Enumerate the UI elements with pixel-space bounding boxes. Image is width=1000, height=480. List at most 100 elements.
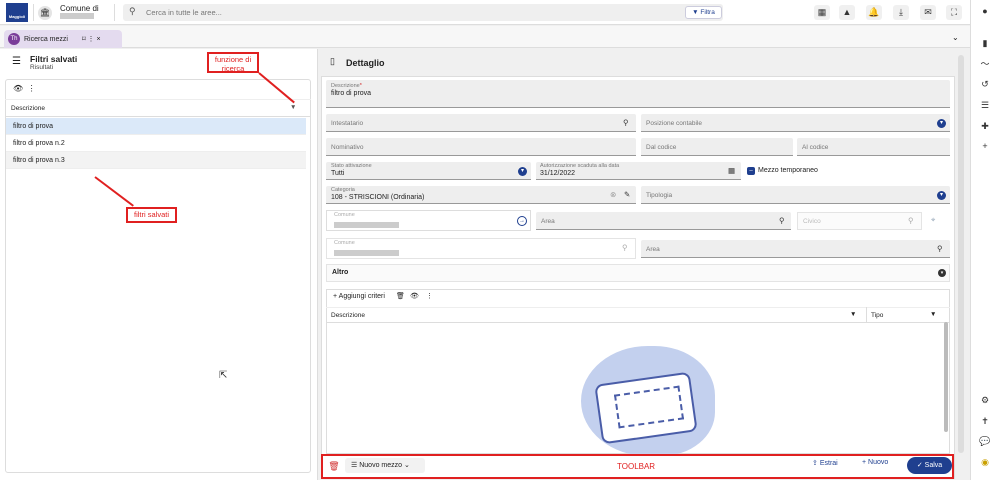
check-icon: ✓ <box>916 462 923 469</box>
more-icon[interactable]: ⋮ <box>426 292 433 300</box>
section-title: Altro <box>332 269 349 276</box>
puzzle-icon[interactable]: ✚ <box>977 119 993 133</box>
filter-icon[interactable]: ▼ <box>850 311 856 318</box>
detail-title: Dettaglio <box>346 58 385 68</box>
eye-icon[interactable]: 👁 <box>410 292 419 300</box>
tipologia-select[interactable] <box>641 186 950 204</box>
field-label: Civico <box>803 218 821 225</box>
chevron-down-icon[interactable]: ▾ <box>937 191 946 200</box>
support-icon[interactable]: ◉ <box>977 455 993 469</box>
brand-logo[interactable]: Maggioli <box>6 3 28 22</box>
checkbox-label: Mezzo temporaneo <box>758 167 818 174</box>
edit-icon[interactable]: ✎ <box>624 190 630 199</box>
mezzo-temporaneo-checkbox[interactable]: – <box>747 167 755 175</box>
comune-value-redacted <box>334 222 399 228</box>
search-icon[interactable]: ⚲ <box>908 216 914 225</box>
scrollbar[interactable] <box>958 55 964 453</box>
tab-actions[interactable]: ⌑ ⋮ × <box>82 35 101 43</box>
field-value: filtro di prova <box>331 90 372 97</box>
nuovo-mezzo-menu[interactable]: ☰ Nuovo mezzo ⌄ <box>345 458 425 473</box>
tab-badge: Th <box>8 33 20 45</box>
trash-icon[interactable]: 🗑 <box>328 459 340 473</box>
add-criteria-button[interactable]: + Aggiungi criteri <box>333 293 385 300</box>
eye-icon[interactable]: 👁 <box>13 84 23 93</box>
grid-icon[interactable]: ▦ <box>814 5 830 20</box>
field-label: Comune <box>334 212 355 218</box>
search-icon[interactable]: ⚲ <box>623 118 629 127</box>
button-label: Nuovo <box>868 459 889 466</box>
search-icon[interactable]: ⚲ <box>622 243 628 252</box>
area-field[interactable] <box>536 212 791 230</box>
field-label: Categoria <box>331 187 355 193</box>
calendar-icon[interactable]: ▦ <box>728 166 735 175</box>
mouse-cursor-icon: ⇱ <box>219 370 228 381</box>
clear-icon[interactable]: ⊗ <box>610 190 616 199</box>
filter-icon[interactable]: ▼ <box>930 311 936 318</box>
arrow-right-icon[interactable]: → <box>517 216 527 226</box>
nuovo-button[interactable]: + Nuovo <box>862 459 888 466</box>
accessibility-icon[interactable]: ✝ <box>977 414 993 428</box>
filter-button[interactable]: ▼ Filtra <box>685 6 722 19</box>
location-icon[interactable]: ⌖ <box>931 215 935 225</box>
chevron-down-icon: ⌄ <box>403 462 410 469</box>
list-item[interactable]: filtro di prova <box>6 118 306 135</box>
estrai-button[interactable]: ⇪ Estrai <box>812 459 838 467</box>
annotation-saved-filters: filtri salvati <box>126 207 177 223</box>
comune-name-redacted <box>60 13 94 19</box>
bank-icon[interactable]: 🏛 <box>38 6 52 20</box>
tab-bar <box>0 26 970 48</box>
field-label: Area <box>541 218 555 225</box>
column-header-tipo[interactable]: Tipo <box>871 312 883 319</box>
book-icon[interactable]: ▮ <box>977 36 993 50</box>
chat-icon[interactable]: 💬 <box>977 434 993 448</box>
chevron-down-icon[interactable]: ⌄ <box>952 33 959 42</box>
field-label: Tipologia <box>646 192 673 199</box>
history-icon[interactable]: ↺ <box>977 77 993 91</box>
column-header-descrizione[interactable]: Descrizione <box>11 105 45 112</box>
field-label: Al codice <box>802 144 829 151</box>
download-icon[interactable]: ⤓ <box>893 5 909 20</box>
column-header-descrizione[interactable]: Descrizione <box>331 312 365 319</box>
expand-icon[interactable]: ▾ <box>938 269 946 277</box>
tab-label: Ricerca mezzi <box>24 36 68 43</box>
annotation-search-function: funzione di ricerca <box>207 52 259 73</box>
trash-icon[interactable]: 🗑 <box>396 292 405 300</box>
account-icon[interactable]: ● <box>977 4 993 18</box>
bell-icon[interactable]: 🔔 <box>866 5 882 20</box>
descrizione-field[interactable] <box>326 80 950 108</box>
scrollbar[interactable] <box>944 322 948 432</box>
area-field-2[interactable] <box>641 240 950 258</box>
trend-icon[interactable]: 〜 <box>977 57 993 71</box>
plus-icon[interactable]: + <box>977 139 993 153</box>
field-label: Descrizione* <box>331 83 362 89</box>
search-placeholder: Cerca in tutte le aree... <box>146 8 222 17</box>
altro-section[interactable] <box>326 264 950 282</box>
export-icon: ⇪ <box>812 460 818 467</box>
search-icon[interactable]: ⚲ <box>779 216 785 225</box>
panel-icon[interactable]: ▯ <box>330 56 335 67</box>
panel-title: Filtri salvati <box>30 54 78 64</box>
chevron-down-icon[interactable]: ▾ <box>937 119 946 128</box>
mail-icon[interactable]: ✉ <box>920 5 936 20</box>
intestatario-field[interactable] <box>326 114 636 132</box>
warning-icon[interactable]: ▲ <box>839 5 855 20</box>
menu-label: Nuovo mezzo <box>359 462 403 469</box>
panel-subtitle: Risultati <box>30 64 54 71</box>
settings-icon[interactable]: ⚙ <box>977 393 993 407</box>
salva-button[interactable]: ✓ Salva <box>907 457 952 474</box>
table-tools: 👁 ⋮ <box>13 84 36 93</box>
more-icon[interactable]: ⋮ <box>28 84 36 93</box>
field-value: Tutti <box>331 170 345 177</box>
divider <box>33 4 34 21</box>
table-header <box>5 99 311 117</box>
search-icon: ⚲ <box>129 6 136 16</box>
chevron-down-icon[interactable]: ▾ <box>518 167 527 176</box>
search-icon[interactable]: ⚲ <box>937 244 943 253</box>
field-label: Nominativo <box>331 144 364 151</box>
fullscreen-icon[interactable]: ⛶ <box>946 5 962 20</box>
list-icon[interactable]: ☰ <box>977 98 993 112</box>
filter-icon[interactable]: ▼ <box>290 104 296 111</box>
list-item[interactable]: filtro di prova n.3 <box>6 152 306 169</box>
list-item[interactable]: filtro di prova n.2 <box>6 135 306 152</box>
nominativo-field[interactable] <box>326 138 636 156</box>
